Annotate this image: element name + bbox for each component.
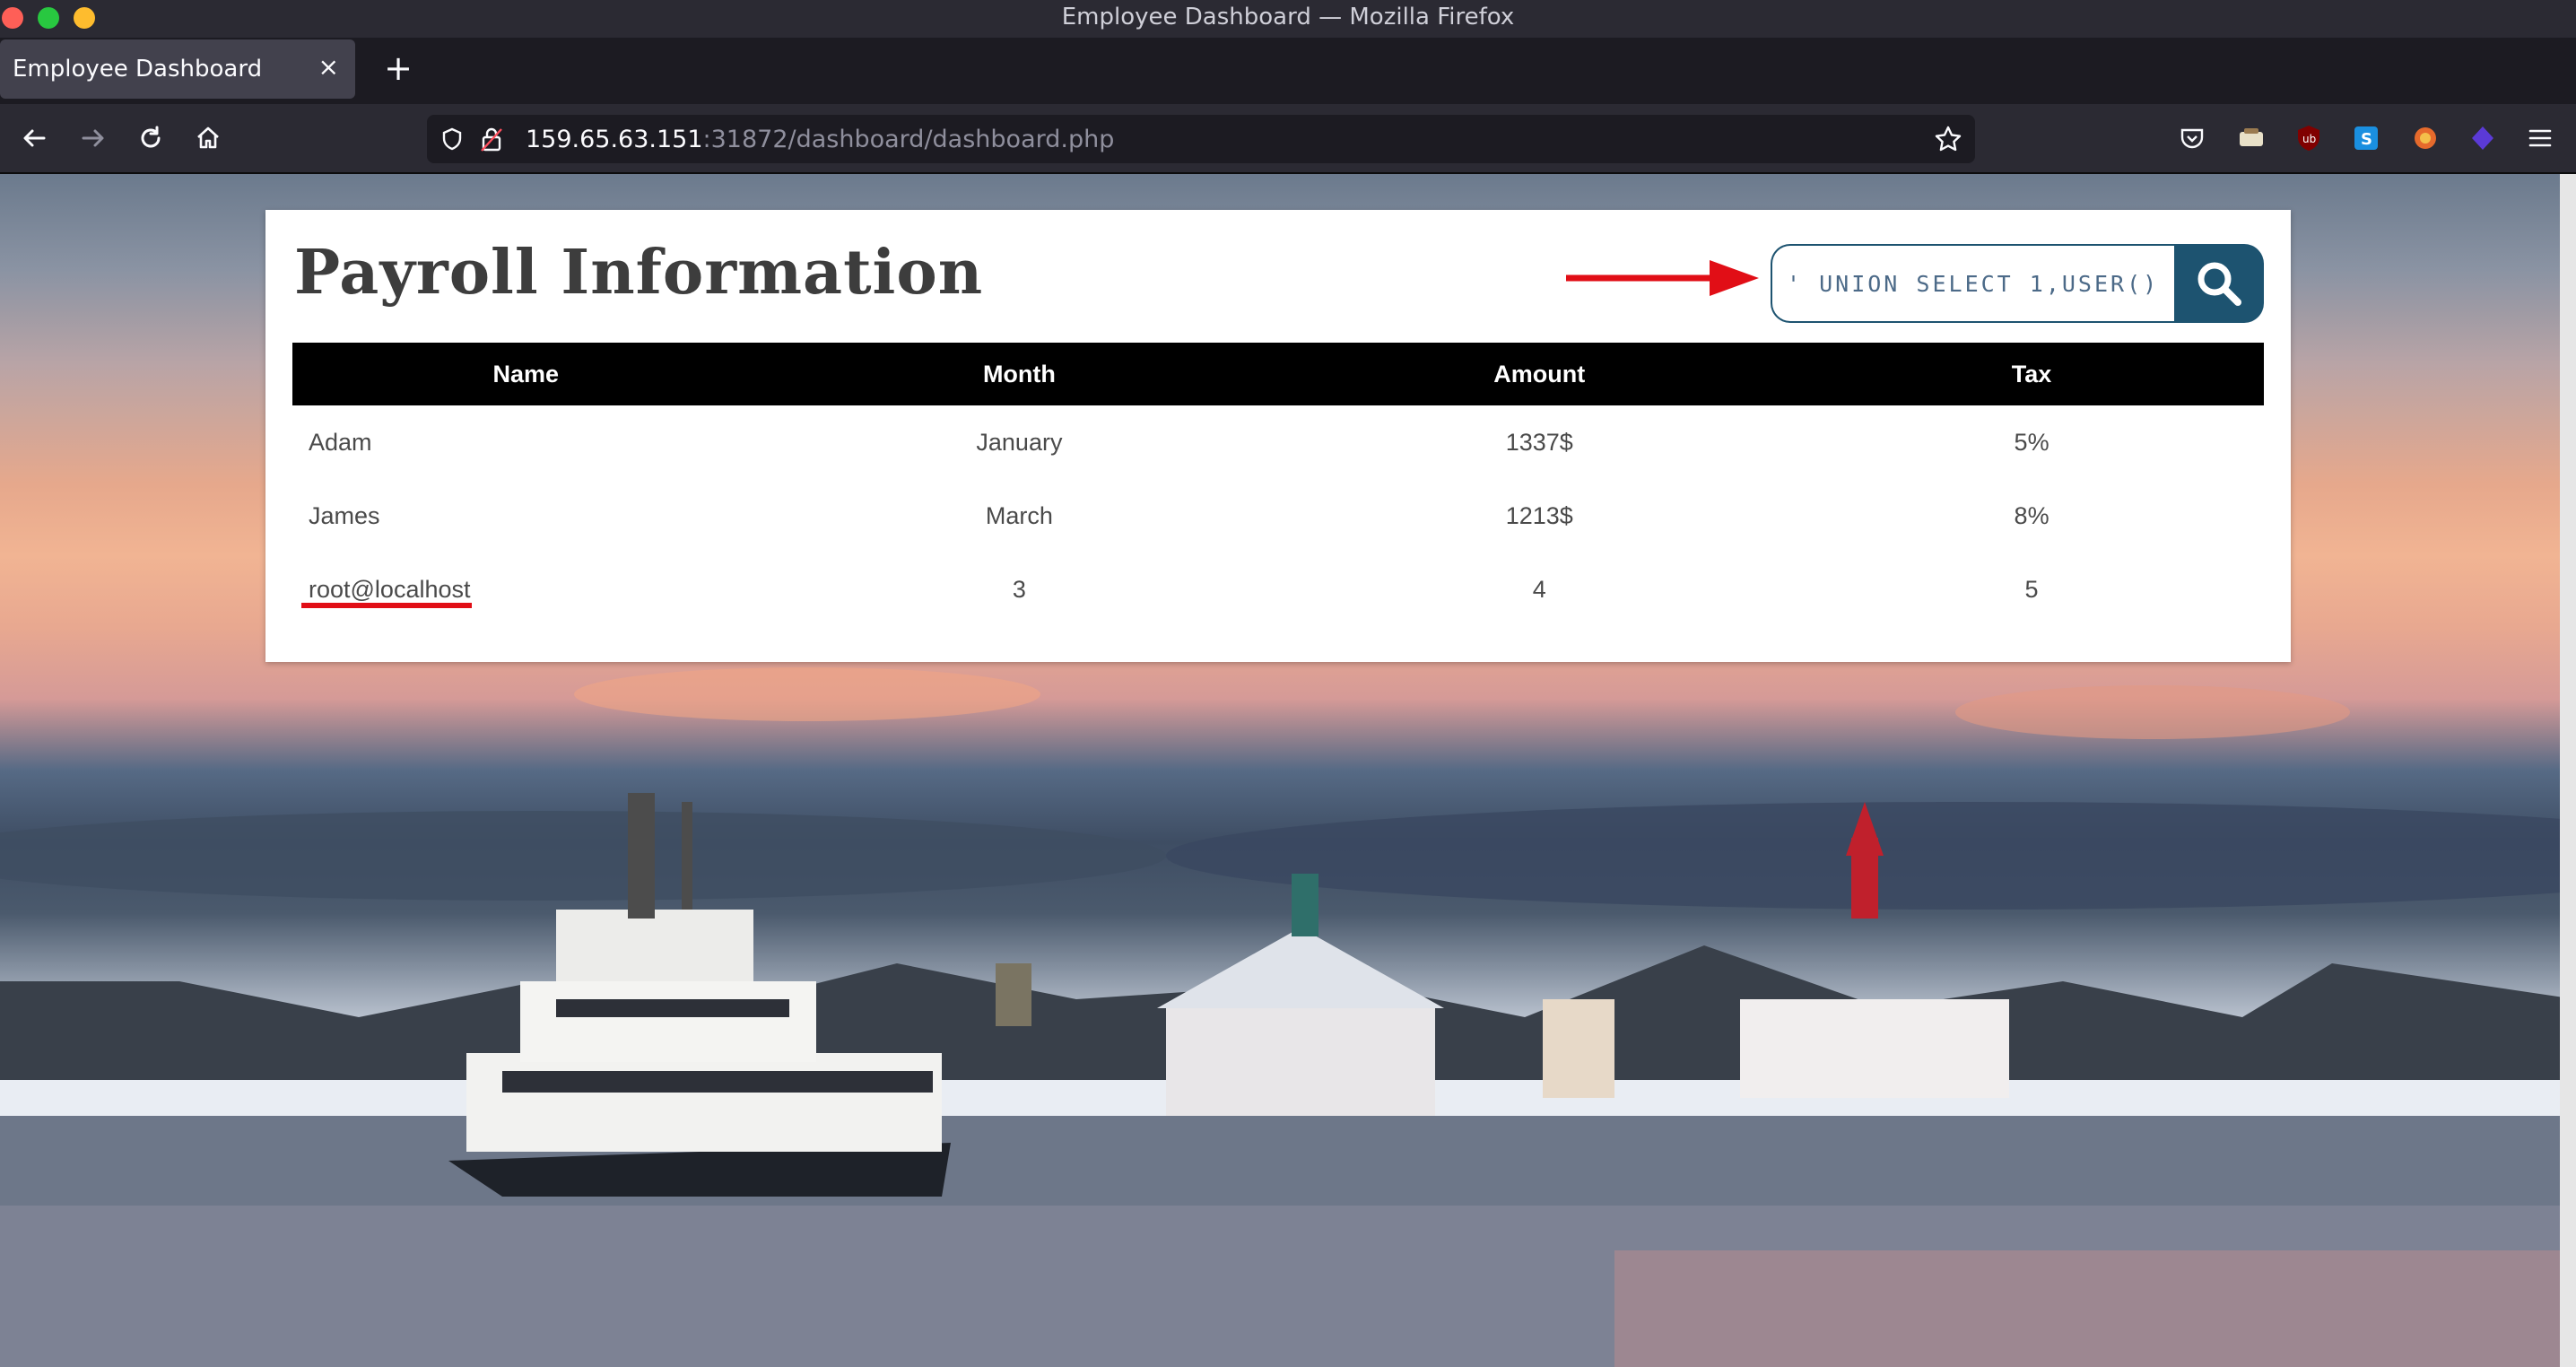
cell-amount: 1337$ bbox=[1505, 428, 1573, 456]
table-row: Adam January 1337$ 5% bbox=[292, 405, 2264, 479]
pocket-button[interactable] bbox=[2174, 120, 2210, 156]
cell-tax: 8% bbox=[2014, 501, 2049, 529]
cell-tax: 5 bbox=[2024, 575, 2039, 603]
app-menu-button[interactable] bbox=[2522, 120, 2558, 156]
search-icon bbox=[2197, 262, 2241, 306]
star-icon[interactable] bbox=[1934, 125, 1962, 153]
ublock-icon: ub bbox=[2298, 126, 2319, 151]
forward-button[interactable] bbox=[72, 117, 115, 160]
back-icon bbox=[23, 129, 46, 147]
tab-close-button[interactable]: × bbox=[318, 52, 339, 82]
ublock-button[interactable]: ub bbox=[2291, 120, 2327, 156]
new-tab-button[interactable]: + bbox=[377, 47, 420, 90]
cell-tax: 5% bbox=[2014, 428, 2049, 456]
s-extension-button[interactable]: S bbox=[2348, 120, 2384, 156]
address-bar[interactable]: 159.65.63.151:31872/dashboard/dashboard.… bbox=[427, 115, 1975, 163]
gem-extension-button[interactable] bbox=[2465, 120, 2501, 156]
payroll-card: Payroll Information Name Month Amount Ta… bbox=[265, 210, 2291, 662]
table-row: root@localhost 3 4 5 bbox=[292, 553, 2264, 626]
navigation-toolbar: 159.65.63.151:31872/dashboard/dashboard.… bbox=[0, 104, 2576, 174]
forward-icon bbox=[82, 129, 104, 147]
tab-label: Employee Dashboard bbox=[13, 56, 263, 83]
search-input[interactable] bbox=[1771, 244, 2174, 323]
table-row: James March 1213$ 8% bbox=[292, 479, 2264, 553]
column-header-amount: Amount bbox=[1279, 343, 1800, 405]
gem-icon bbox=[2472, 126, 2493, 150]
url-host: 159.65.63.151 bbox=[526, 126, 703, 153]
cell-month: 3 bbox=[1012, 575, 1026, 603]
lock-icon[interactable] bbox=[479, 126, 504, 152]
extension-icon bbox=[2240, 128, 2263, 146]
column-header-tax: Tax bbox=[1799, 343, 2264, 405]
annotation-underline bbox=[301, 603, 472, 608]
search-form bbox=[1771, 244, 2264, 323]
column-header-month: Month bbox=[759, 343, 1280, 405]
svg-text:ub: ub bbox=[2302, 133, 2316, 145]
column-header-name: Name bbox=[292, 343, 760, 405]
menu-icon bbox=[2528, 129, 2552, 147]
cell-name: James bbox=[309, 501, 380, 529]
home-button[interactable] bbox=[187, 117, 230, 160]
page-viewport: Payroll Information Name Month Amount Ta… bbox=[0, 174, 2576, 1367]
pocket-icon bbox=[2180, 128, 2204, 149]
window-title: Employee Dashboard — Mozilla Firefox bbox=[1061, 4, 1515, 30]
window-titlebar: Employee Dashboard — Mozilla Firefox bbox=[0, 0, 2576, 38]
url-path: :31872/dashboard/dashboard.php bbox=[702, 126, 1115, 153]
payroll-table: Name Month Amount Tax Adam January 1337$… bbox=[292, 343, 2264, 626]
shield-icon[interactable] bbox=[439, 126, 465, 152]
tab-strip: Employee Dashboard × + bbox=[0, 38, 2576, 104]
cell-month: January bbox=[976, 428, 1063, 456]
extension-button[interactable] bbox=[2233, 120, 2269, 156]
cell-name: root@localhost bbox=[309, 575, 471, 603]
cell-month: March bbox=[985, 501, 1053, 529]
annotation-arrow bbox=[1566, 260, 1759, 296]
tab-employee-dashboard[interactable]: Employee Dashboard × bbox=[0, 39, 355, 99]
page-scrollbar[interactable] bbox=[2560, 174, 2576, 1367]
fox-extension-button[interactable] bbox=[2407, 120, 2443, 156]
cell-name: Adam bbox=[309, 428, 372, 456]
table-header-row: Name Month Amount Tax bbox=[292, 343, 2264, 405]
page-title: Payroll Information bbox=[294, 237, 984, 309]
url-text[interactable]: 159.65.63.151:31872/dashboard/dashboard.… bbox=[526, 126, 1114, 153]
s-extension-icon: S bbox=[2354, 126, 2378, 150]
cell-amount: 1213$ bbox=[1505, 501, 1573, 529]
home-icon bbox=[197, 126, 219, 149]
search-button[interactable] bbox=[2174, 244, 2264, 323]
reload-icon bbox=[141, 126, 161, 148]
cell-amount: 4 bbox=[1532, 575, 1546, 603]
fox-icon bbox=[2415, 127, 2436, 149]
svg-text:S: S bbox=[2361, 130, 2372, 149]
back-button[interactable] bbox=[13, 117, 56, 160]
reload-button[interactable] bbox=[129, 117, 172, 160]
